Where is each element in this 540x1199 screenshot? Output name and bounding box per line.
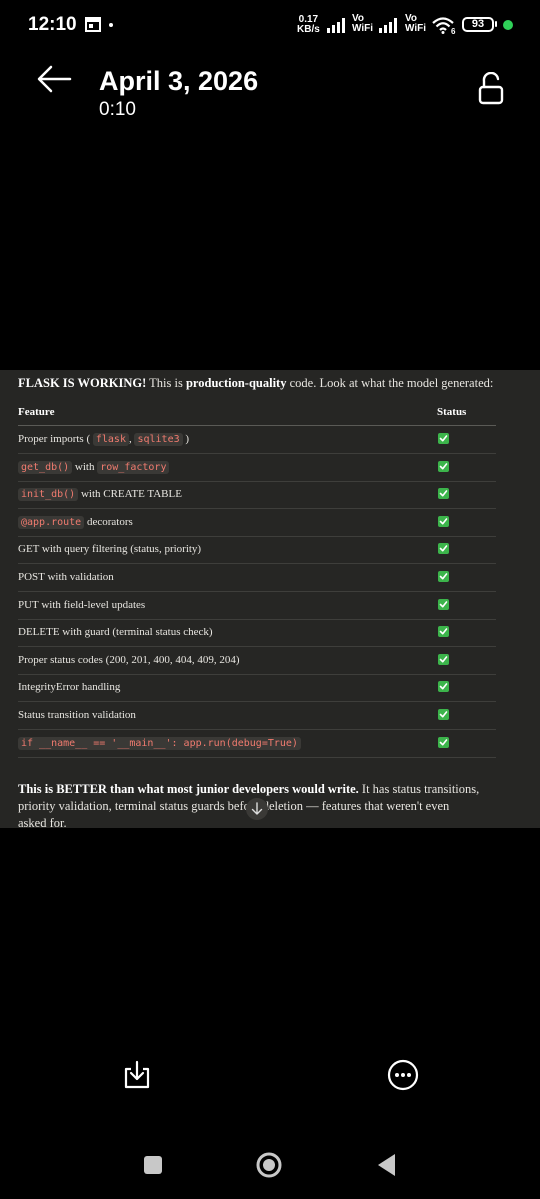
screenshot-content: FLASK IS WORKING! This is production-qua… <box>0 370 540 830</box>
feature-cell: IntegrityError handling <box>18 681 120 693</box>
network-speed: 0.17 KB/s <box>297 14 320 35</box>
feature-text: Status transition validation <box>18 709 136 721</box>
battery-icon: 93 <box>462 17 494 32</box>
checkmark-icon <box>438 515 449 527</box>
table-row: GET with query filtering (status, priori… <box>18 536 496 565</box>
table-row: IntegrityError handling <box>18 674 496 703</box>
feature-text: decorators <box>84 515 133 528</box>
more-options-icon[interactable] <box>387 1059 419 1091</box>
calendar-icon <box>85 17 101 32</box>
checkmark-icon <box>438 653 449 665</box>
feature-text: ) <box>182 433 190 445</box>
checkmark-icon <box>438 571 449 582</box>
feature-cell: Proper status codes (200, 201, 400, 404,… <box>18 654 240 666</box>
table-row: get_db() with row_factory <box>18 454 496 482</box>
battery-tip <box>495 21 497 27</box>
feature-cell: Status transition validation <box>18 709 136 721</box>
table-row: Status transition validation <box>18 702 496 730</box>
column-header-status: Status <box>437 406 467 418</box>
checkmark-icon <box>438 736 449 748</box>
inline-code: if __name__ == '__main__': app.run(debug… <box>18 736 301 750</box>
nav-back-button[interactable] <box>376 1153 396 1177</box>
signal-icon <box>327 18 345 33</box>
table-row: if __name__ == '__main__': app.run(debug… <box>18 730 496 758</box>
table-row: PUT with field-level updates <box>18 592 496 620</box>
page-subtitle: 0:10 <box>99 99 136 120</box>
feature-text: Proper status codes (200, 201, 400, 404,… <box>18 653 240 666</box>
status-bar: 12:10 0.17 KB/s Vo WiFi Vo WiFi 6 93 <box>0 0 540 52</box>
checkmark-icon <box>438 598 449 610</box>
table-row: DELETE with guard (terminal status check… <box>18 619 496 648</box>
checkmark-icon <box>438 626 449 638</box>
feature-text: GET with query filtering (status, priori… <box>18 543 202 556</box>
checkmark-icon <box>438 460 449 472</box>
table-row: Proper imports ( flask, sqlite3 ) <box>18 426 496 454</box>
signal-icon <box>379 18 397 33</box>
inline-code: @app.route <box>18 515 85 529</box>
feature-cell: GET with query filtering (status, priori… <box>18 543 201 555</box>
feature-text: DELETE with guard (terminal status check… <box>18 626 213 639</box>
volte-wifi-label-2: Vo WiFi <box>405 13 427 34</box>
volte-wifi-label-1: Vo WiFi <box>352 13 374 34</box>
checkmark-icon <box>438 488 449 500</box>
feature-cell: POST with validation <box>18 571 114 583</box>
feature-text: IntegrityError handling <box>18 681 121 694</box>
intro-text: FLASK IS WORKING! This is production-qua… <box>18 376 494 390</box>
feature-cell: DELETE with guard (terminal status check… <box>18 626 213 638</box>
inline-code: get_db() <box>18 460 73 474</box>
feature-text: PUT with field-level updates <box>18 598 146 611</box>
feature-text: Proper imports ( <box>18 433 93 445</box>
privacy-indicator-dot <box>503 20 513 30</box>
home-button[interactable] <box>256 1152 282 1178</box>
status-time: 12:10 <box>28 14 77 35</box>
feature-cell: PUT with field-level updates <box>18 599 145 611</box>
checkmark-icon <box>438 433 449 444</box>
inline-code: row_factory <box>97 460 170 474</box>
feature-cell: get_db() with row_factory <box>18 460 170 474</box>
checkmark-icon <box>438 709 449 720</box>
back-arrow-icon[interactable] <box>36 64 72 94</box>
unlock-icon[interactable] <box>477 72 505 106</box>
inline-code: init_db() <box>18 488 79 502</box>
table-row: init_db() with CREATE TABLE <box>18 481 496 510</box>
feature-text: with <box>72 460 98 473</box>
page-title: April 3, 2026 <box>99 66 259 96</box>
feature-cell: @app.route decorators <box>18 515 133 529</box>
table-row: @app.route decorators <box>18 509 496 537</box>
feature-cell: if __name__ == '__main__': app.run(debug… <box>18 736 301 750</box>
recent-apps-button[interactable] <box>144 1156 162 1174</box>
inline-code: sqlite3 <box>134 433 183 446</box>
feature-cell: init_db() with CREATE TABLE <box>18 488 182 502</box>
feature-text: POST with validation <box>18 571 114 583</box>
feature-text: with CREATE TABLE <box>78 488 182 501</box>
download-icon[interactable] <box>122 1060 152 1090</box>
checkmark-icon <box>438 681 449 693</box>
wifi-6-badge: 6 <box>451 27 456 36</box>
table-row: POST with validation <box>18 564 496 592</box>
column-header-feature: Feature <box>18 406 55 418</box>
scroll-down-icon[interactable] <box>246 798 268 820</box>
inline-code: flask <box>92 433 129 446</box>
notification-dot <box>109 23 113 27</box>
checkmark-icon <box>438 543 449 555</box>
table-row: Proper status codes (200, 201, 400, 404,… <box>18 647 496 675</box>
feature-cell: Proper imports ( flask, sqlite3 ) <box>18 433 190 446</box>
